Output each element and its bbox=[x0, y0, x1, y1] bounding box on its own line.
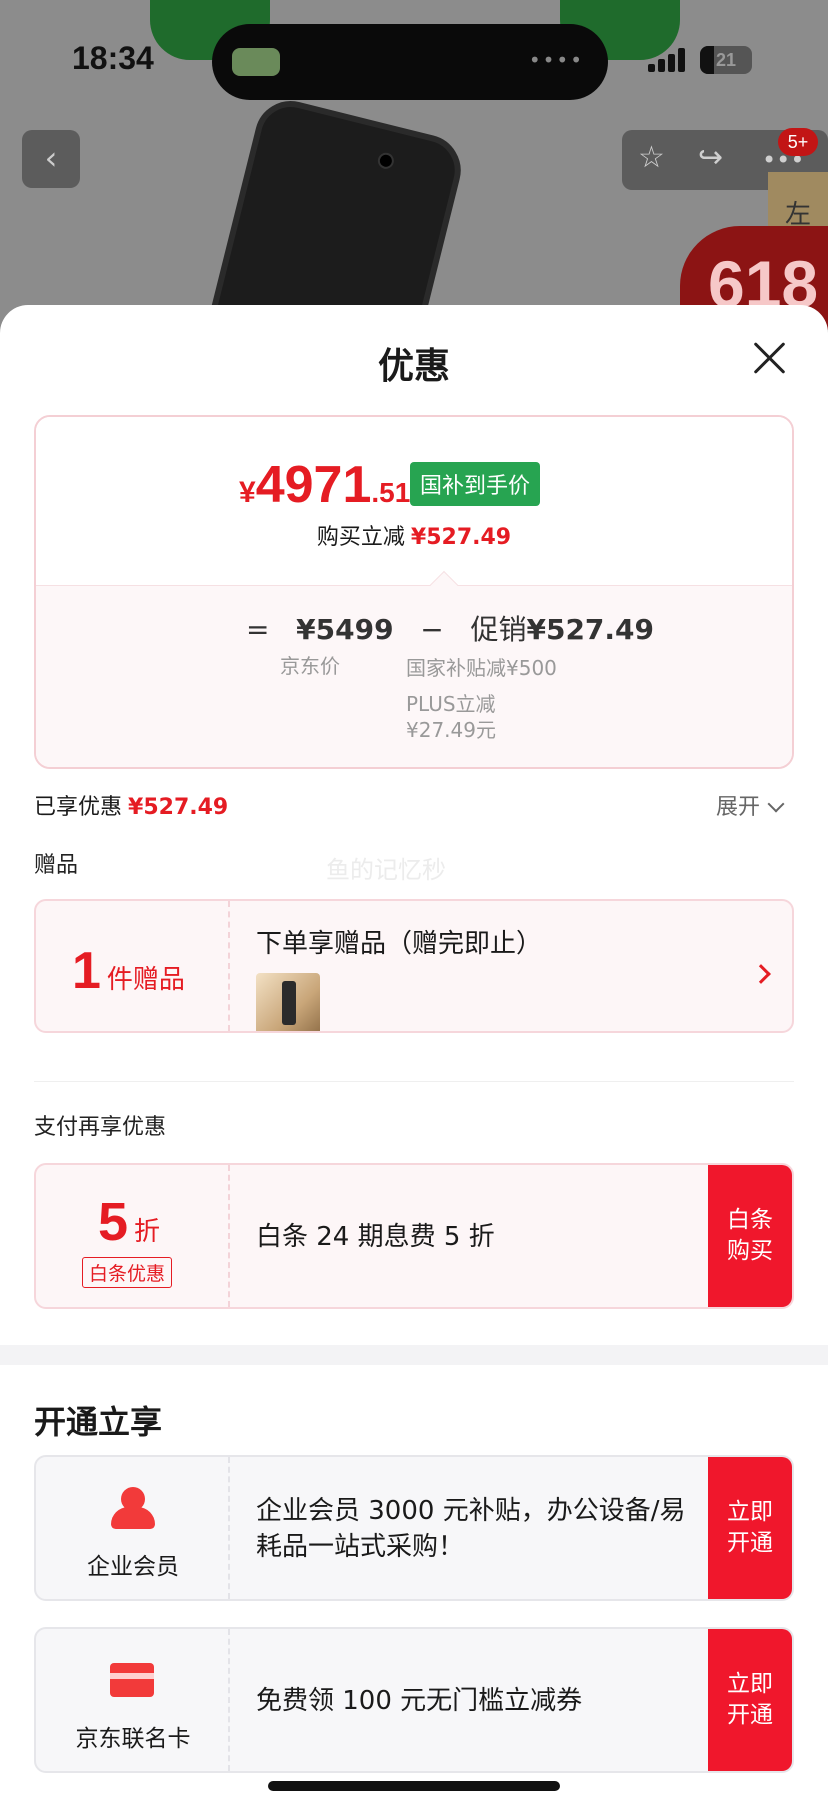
open-section-heading: 开通立享 bbox=[34, 1403, 163, 1441]
gift-section-label: 赠品 bbox=[34, 853, 79, 878]
chevron-right-icon bbox=[751, 964, 771, 984]
discount-sheet: 优惠 ¥4971.51 国补到手价 购买立减 ¥527.49 = ¥5499 − … bbox=[0, 305, 828, 1796]
enjoyed-discount: 已享优惠 ¥527.49 bbox=[34, 795, 229, 820]
price-breakdown-card: ¥4971.51 国补到手价 购买立减 ¥527.49 = ¥5499 − 促销¥… bbox=[34, 415, 794, 769]
status-time: 18:34 bbox=[72, 40, 154, 76]
divider bbox=[34, 1081, 794, 1082]
final-price: ¥4971.51 bbox=[239, 456, 411, 514]
discount-value: 5折 bbox=[98, 1192, 161, 1252]
gift-title: 下单享赠品（赠完即止） bbox=[256, 929, 543, 959]
enterprise-member-label: 企业会员 bbox=[87, 1554, 179, 1580]
plus-discount-amount: ¥27.49元 bbox=[406, 718, 496, 742]
close-icon[interactable] bbox=[752, 341, 786, 375]
sheet-title: 优惠 bbox=[377, 346, 450, 387]
baitiao-card: 5折 白条优惠 白条 24 期息费 5 折 白条购买 bbox=[34, 1163, 794, 1309]
cobrand-card-card: 京东联名卡 免费领 100 元无门槛立减券 立即开通 bbox=[34, 1627, 794, 1773]
back-icon[interactable]: ‹ bbox=[22, 130, 80, 188]
person-icon bbox=[111, 1487, 155, 1531]
jd-price-label: 京东价 bbox=[280, 654, 340, 678]
gift-card[interactable]: 1 件赠品 下单享赠品（赠完即止） bbox=[34, 899, 794, 1033]
product-image bbox=[201, 93, 469, 330]
product-page-background: 18:34 •••• 21 ‹ ☆ ↪ ••• 5+ 左 618 bbox=[0, 0, 828, 330]
baitiao-buy-button[interactable]: 白条购买 bbox=[708, 1165, 792, 1307]
national-subsidy-line: 国家补贴减¥500 bbox=[406, 656, 557, 680]
island-dots-icon: •••• bbox=[528, 48, 584, 72]
credit-card-icon bbox=[110, 1663, 154, 1697]
section-band bbox=[0, 1345, 828, 1365]
open-cobrand-button[interactable]: 立即开通 bbox=[708, 1629, 792, 1771]
subsidy-badge: 国补到手价 bbox=[410, 462, 541, 506]
cart-badge: 5+ bbox=[778, 128, 818, 156]
jd-price: ¥5499 bbox=[296, 613, 394, 646]
baitiao-text: 白条 24 期息费 5 折 bbox=[256, 1222, 495, 1252]
cobrand-card-text: 免费领 100 元无门槛立减券 bbox=[256, 1686, 583, 1716]
price-formula: = ¥5499 − 促销¥527.49 bbox=[246, 613, 655, 646]
open-enterprise-button[interactable]: 立即开通 bbox=[708, 1457, 792, 1599]
signal-icon bbox=[648, 48, 688, 72]
pay-section-label: 支付再享优惠 bbox=[34, 1115, 167, 1140]
dynamic-island: •••• bbox=[212, 24, 608, 100]
enterprise-member-card: 企业会员 企业会员 3000 元补贴，办公设备/易耗品一站式采购！ 立即开通 bbox=[34, 1455, 794, 1601]
home-indicator bbox=[268, 1781, 560, 1791]
gift-thumbnail bbox=[256, 973, 320, 1031]
chevron-down-icon bbox=[767, 795, 785, 813]
price-formula-area: = ¥5499 − 促销¥527.49 京东价 国家补贴减¥500 PLUS立减… bbox=[36, 585, 792, 767]
battery-icon: 21 bbox=[700, 46, 752, 74]
promo-amount: ¥527.49 bbox=[526, 613, 655, 646]
cobrand-card-label: 京东联名卡 bbox=[75, 1726, 191, 1752]
instant-cut-line: 购买立减 ¥527.49 bbox=[316, 525, 512, 550]
live-activity-thumbnail bbox=[232, 48, 280, 76]
gift-count: 1 件赠品 bbox=[72, 942, 185, 1000]
baitiao-tag: 白条优惠 bbox=[82, 1257, 173, 1288]
star-icon[interactable]: ☆ bbox=[638, 140, 665, 175]
watermark: 鱼的记忆秒 bbox=[326, 856, 446, 884]
expand-button[interactable]: 展开 bbox=[716, 789, 785, 821]
plus-discount-label: PLUS立减 bbox=[406, 692, 496, 716]
share-icon[interactable]: ↪ bbox=[698, 140, 723, 175]
enterprise-member-text: 企业会员 3000 元补贴，办公设备/易耗品一站式采购！ bbox=[256, 1496, 686, 1562]
